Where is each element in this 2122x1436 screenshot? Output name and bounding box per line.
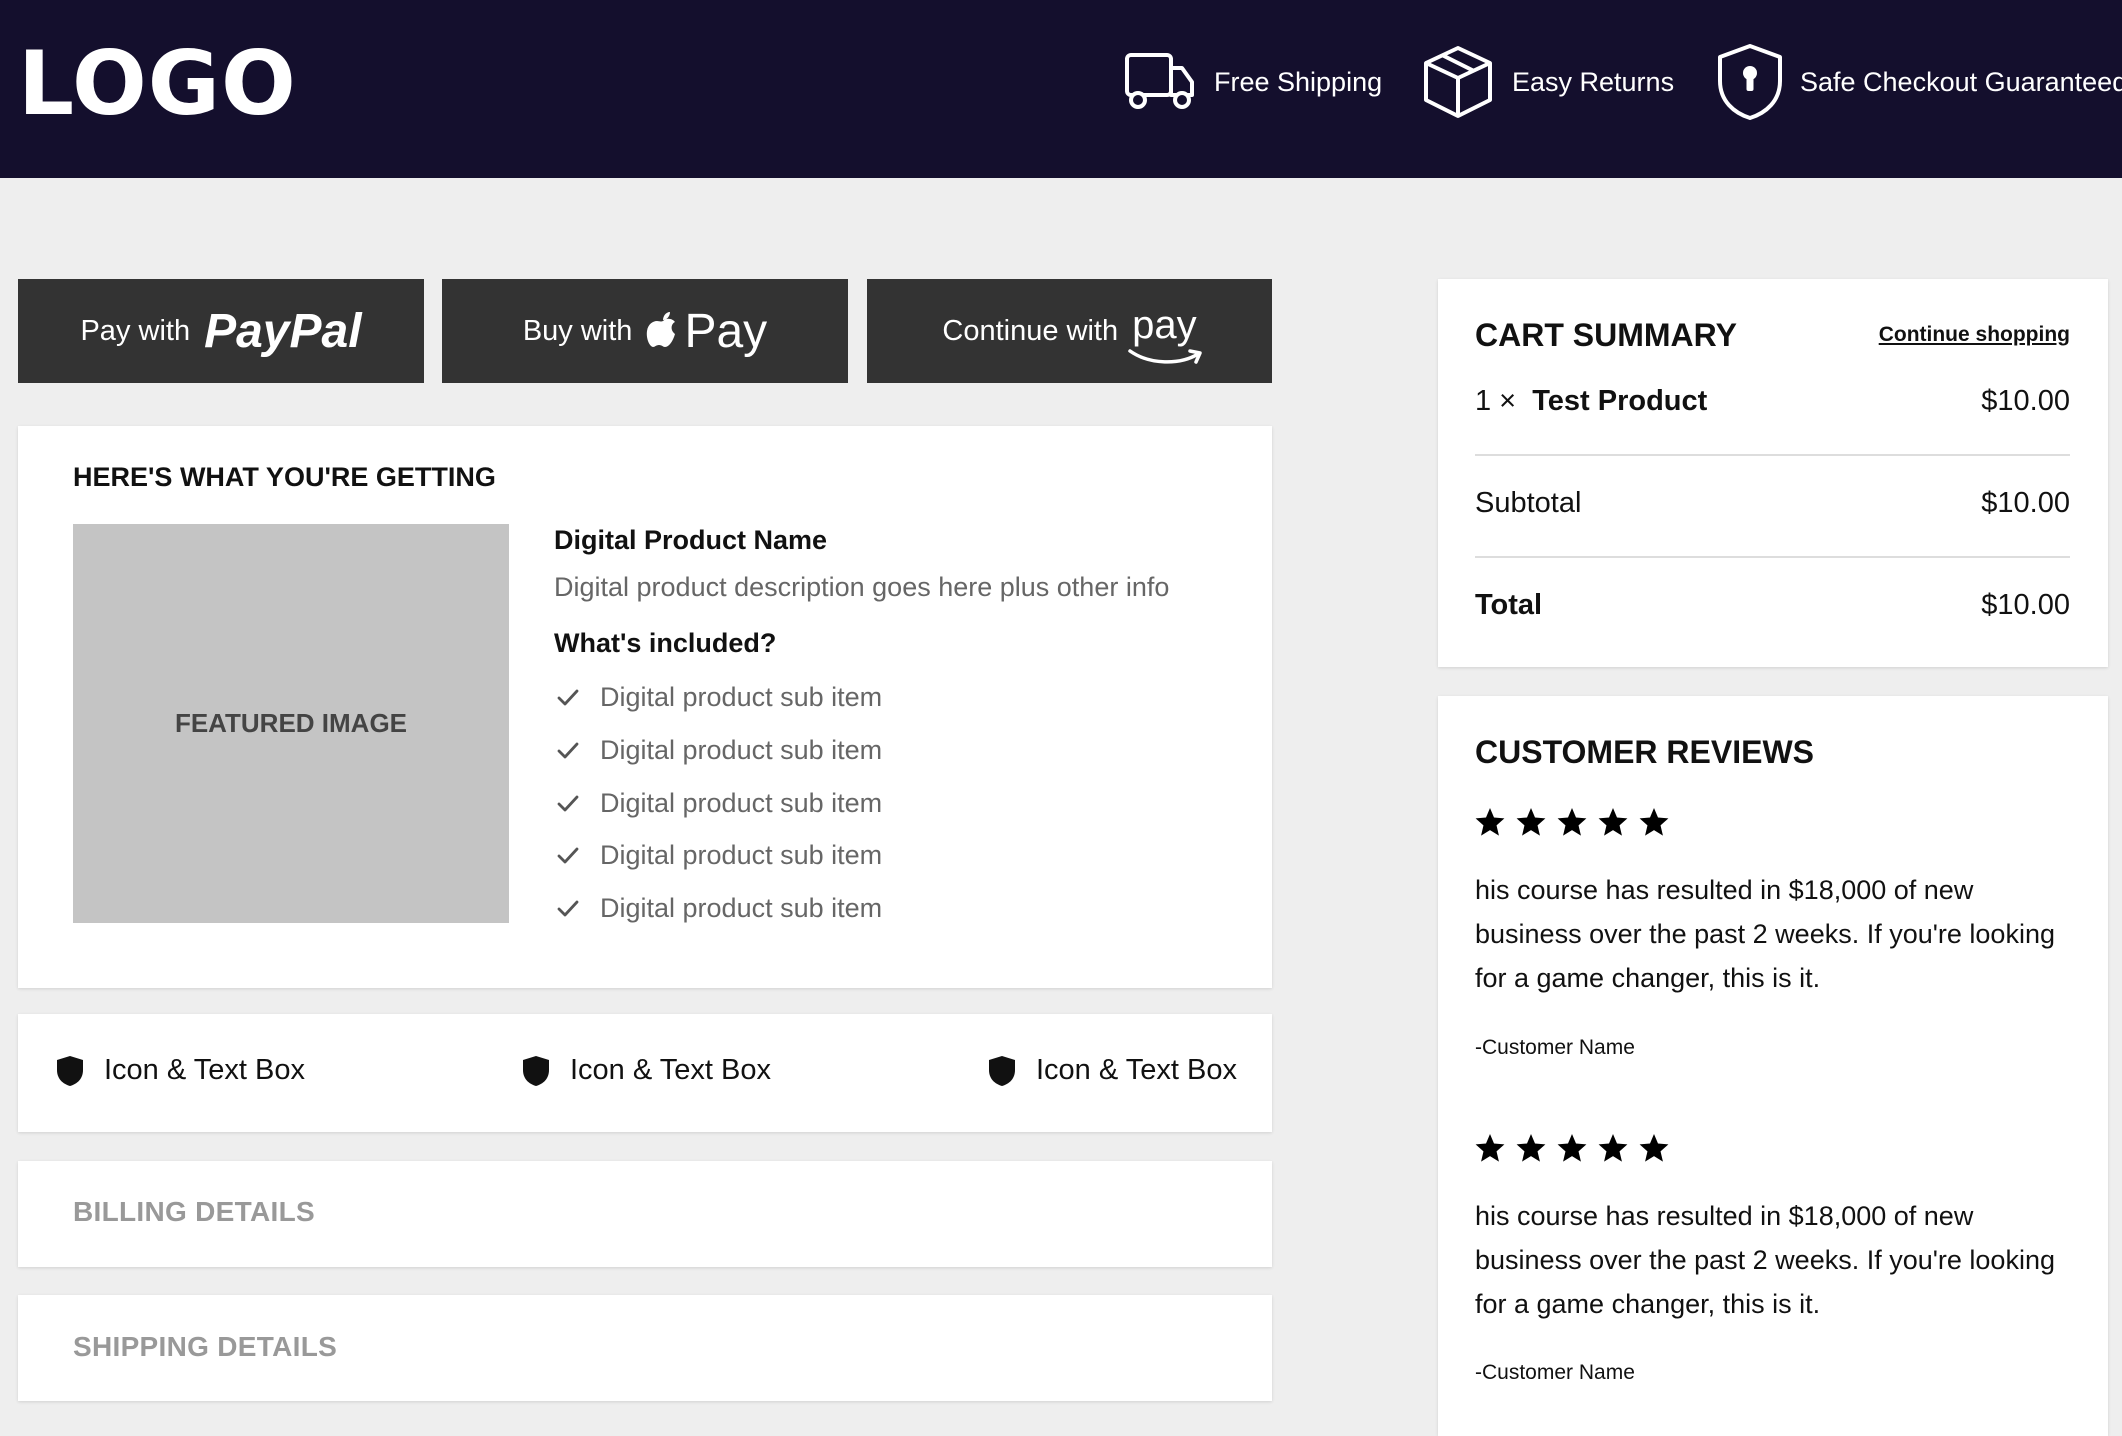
- icon-text-box-label: Icon & Text Box: [570, 1054, 771, 1086]
- list-item-label: Digital product sub item: [600, 893, 883, 923]
- subtotal-row: Subtotal $10.00: [1475, 487, 2070, 520]
- total-label: Total: [1475, 589, 1543, 621]
- cart-item-name: Test Product: [1532, 385, 1708, 417]
- amazon-pay-prefix: Continue with: [942, 314, 1119, 347]
- shield-icon: [989, 1055, 1015, 1086]
- icon-text-box: Icon & Text Box: [988, 1054, 1237, 1087]
- check-icon: [557, 742, 579, 758]
- logo[interactable]: LOGO: [18, 34, 297, 134]
- total-row: Total $10.00: [1475, 589, 2070, 622]
- included-title: What's included?: [554, 628, 777, 658]
- star-icon: [1475, 808, 1505, 836]
- apple-pay-prefix: Buy with: [522, 314, 633, 347]
- star-icon: [1557, 808, 1587, 836]
- review-author: -Customer Name: [1475, 1036, 1635, 1059]
- check-icon: [557, 795, 579, 811]
- star-icon: [1639, 1134, 1669, 1162]
- list-item-label: Digital product sub item: [600, 682, 883, 712]
- review-text: his course has resulted in $18,000 of ne…: [1475, 875, 2055, 993]
- icon-text-box-label: Icon & Text Box: [1036, 1054, 1237, 1086]
- subtotal-value: $10.00: [1981, 487, 2070, 519]
- cart-item-price: $10.00: [1981, 385, 2070, 417]
- star-icon: [1475, 1134, 1505, 1162]
- free-shipping-badge: Free Shipping: [1122, 42, 1382, 122]
- check-icon: [557, 689, 579, 705]
- check-icon: [557, 900, 579, 916]
- easy-returns-label: Easy Returns: [1512, 66, 1675, 97]
- star-rating: [1474, 806, 1670, 838]
- shipping-details-title: SHIPPING DETAILS: [73, 1331, 338, 1362]
- list-item-label: Digital product sub item: [600, 788, 883, 818]
- list-item: Digital product sub item: [556, 735, 882, 766]
- subtotal-label: Subtotal: [1475, 487, 1582, 519]
- apple-pay-logo: Pay: [684, 304, 768, 358]
- getting-title: HERE'S WHAT YOU'RE GETTING: [73, 462, 496, 492]
- icon-text-box: Icon & Text Box: [56, 1054, 305, 1087]
- paypal-prefix: Pay with: [80, 314, 191, 347]
- product-name: Digital Product Name: [554, 525, 828, 555]
- star-icon: [1557, 1134, 1587, 1162]
- list-item: Digital product sub item: [556, 788, 882, 819]
- check-icon: [557, 847, 579, 863]
- star-rating: [1474, 1132, 1670, 1164]
- icon-text-box: Icon & Text Box: [522, 1054, 771, 1087]
- featured-image-label: FEATURED IMAGE: [174, 708, 408, 738]
- truck-icon: [1125, 53, 1194, 109]
- amazon-pay-button[interactable]: Continue with pay: [867, 279, 1272, 383]
- divider: [1475, 454, 2070, 456]
- list-item: Digital product sub item: [556, 682, 882, 713]
- continue-shopping-link[interactable]: Continue shopping: [1879, 323, 2070, 347]
- review-text: his course has resulted in $18,000 of ne…: [1475, 1201, 2055, 1319]
- list-item-label: Digital product sub item: [600, 735, 883, 765]
- cart-summary-title: CART SUMMARY: [1475, 317, 1737, 353]
- review-author: -Customer Name: [1475, 1361, 1635, 1384]
- cart-item-row: 1 × Test Product $10.00: [1475, 385, 2070, 418]
- paypal-logo: PayPal: [204, 304, 362, 358]
- list-item: Digital product sub item: [556, 840, 882, 871]
- easy-returns-badge: Easy Returns: [1420, 42, 1674, 122]
- safe-checkout-label: Safe Checkout Guaranteed: [1800, 66, 2122, 97]
- product-description: Digital product description goes here pl…: [554, 572, 1170, 602]
- amazon-pay-logo: pay: [1132, 302, 1197, 347]
- amazon-smile-icon: [1128, 348, 1202, 364]
- star-icon: [1598, 808, 1628, 836]
- customer-reviews-title: CUSTOMER REVIEWS: [1475, 734, 1814, 770]
- divider: [1475, 556, 2070, 558]
- star-icon: [1598, 1134, 1628, 1162]
- free-shipping-label: Free Shipping: [1214, 66, 1383, 97]
- paypal-button[interactable]: Pay with PayPal: [18, 279, 424, 383]
- box-icon: [1424, 46, 1492, 118]
- star-icon: [1639, 808, 1669, 836]
- apple-pay-button[interactable]: Buy with Pay: [442, 279, 848, 383]
- featured-image: FEATURED IMAGE: [73, 524, 509, 923]
- apple-icon: [647, 312, 676, 347]
- list-item-label: Digital product sub item: [600, 840, 883, 870]
- cart-item-qty: 1 ×: [1475, 385, 1517, 417]
- cart-item: 1 × Test Product: [1475, 385, 1707, 418]
- site-header: LOGO Free Shipping Easy Returns Safe Che…: [0, 0, 2122, 178]
- shield-lock-icon: [1718, 44, 1782, 120]
- shield-icon: [57, 1055, 83, 1086]
- star-icon: [1516, 808, 1546, 836]
- total-value: $10.00: [1981, 589, 2070, 621]
- star-icon: [1516, 1134, 1546, 1162]
- billing-details-title: BILLING DETAILS: [73, 1196, 315, 1227]
- icon-text-box-label: Icon & Text Box: [104, 1054, 305, 1086]
- list-item: Digital product sub item: [556, 893, 882, 924]
- shield-icon: [523, 1055, 549, 1086]
- safe-checkout-badge: Safe Checkout Guaranteed: [1716, 42, 2122, 122]
